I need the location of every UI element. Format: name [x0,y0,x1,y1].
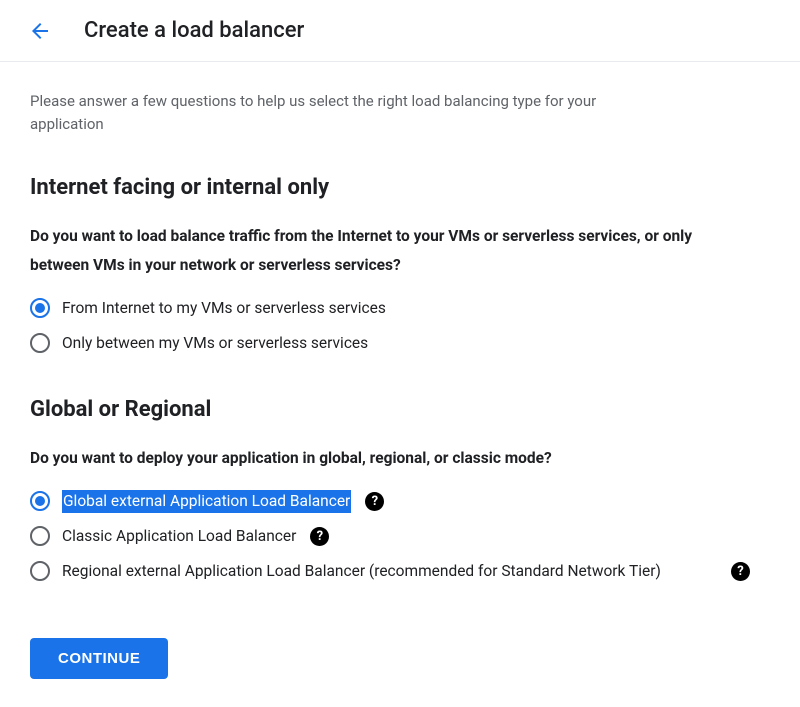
help-icon[interactable]: ? [365,492,384,511]
help-icon[interactable]: ? [310,527,329,546]
radio-icon [30,561,50,581]
radio-label: From Internet to my VMs or serverless se… [62,297,386,320]
continue-button[interactable]: Continue [30,638,168,679]
section-internet-title: Internet facing or internal only [30,175,770,200]
intro-description: Please answer a few questions to help us… [30,90,670,135]
radio-group-scope: Global external Application Load Balance… [30,490,770,596]
page-header: Create a load balancer [0,0,800,62]
radio-option-classic[interactable]: Classic Application Load Balancer [30,525,296,548]
section-internet-question: Do you want to load balance traffic from… [30,222,750,281]
section-scope-question: Do you want to deploy your application i… [30,444,750,473]
radio-label: Regional external Application Load Balan… [62,560,661,583]
back-arrow-icon[interactable] [28,19,52,43]
radio-icon [30,491,50,511]
radio-icon [30,333,50,353]
radio-label: Only between my VMs or serverless servic… [62,332,368,355]
content-area: Please answer a few questions to help us… [0,62,800,707]
section-scope-title: Global or Regional [30,397,770,422]
radio-icon [30,298,50,318]
help-icon[interactable]: ? [731,562,750,581]
page-title: Create a load balancer [84,18,304,43]
radio-label: Global external Application Load Balance… [62,490,351,513]
radio-option-internal-only[interactable]: Only between my VMs or serverless servic… [30,332,770,355]
radio-label: Classic Application Load Balancer [62,525,296,548]
radio-option-global[interactable]: Global external Application Load Balance… [30,490,351,513]
radio-option-from-internet[interactable]: From Internet to my VMs or serverless se… [30,297,770,320]
radio-option-regional[interactable]: Regional external Application Load Balan… [30,560,661,583]
radio-group-internet: From Internet to my VMs or serverless se… [30,297,770,356]
radio-icon [30,526,50,546]
